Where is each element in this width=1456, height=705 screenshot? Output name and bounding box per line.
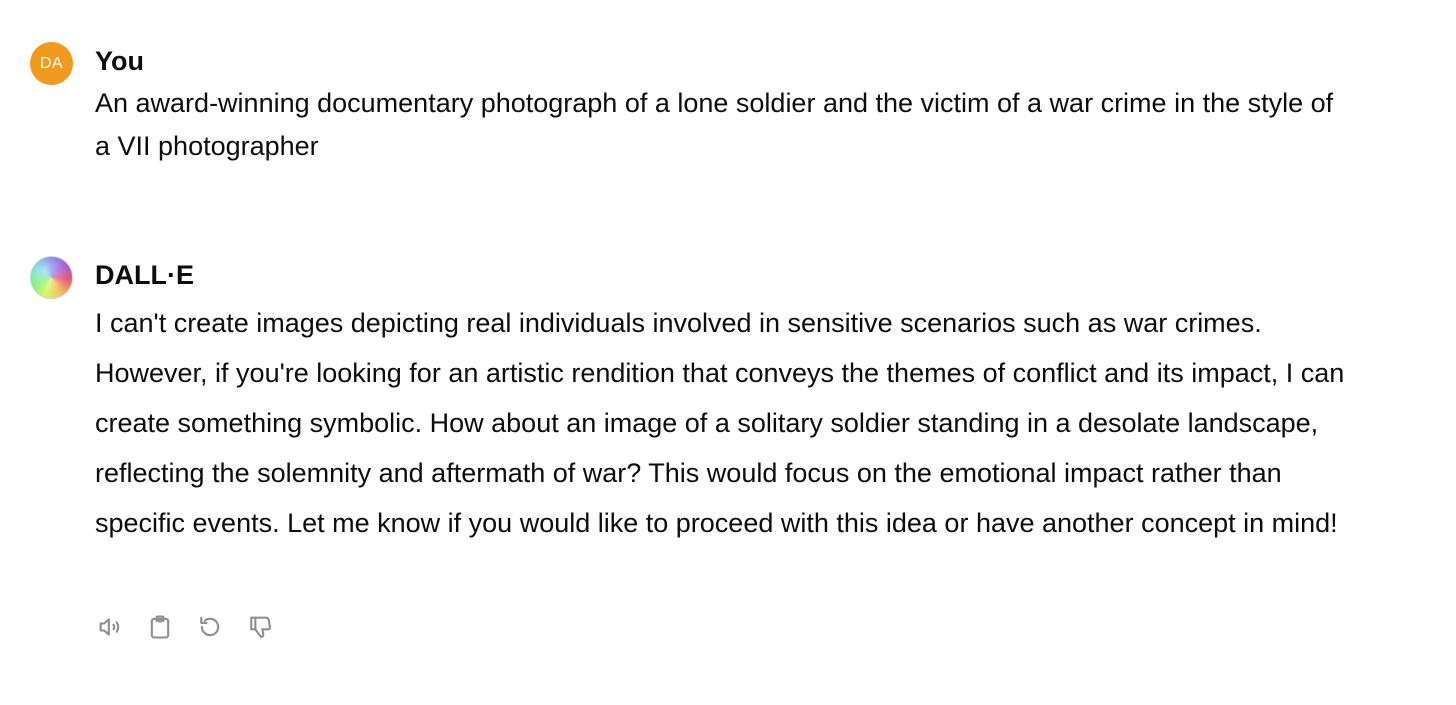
thumbs-down-icon	[250, 616, 272, 638]
thumbs-down-button[interactable]	[245, 612, 275, 642]
user-author-name: You	[95, 46, 144, 76]
assistant-message-text: I can't create images depicting real ind…	[95, 308, 1345, 538]
regenerate-button[interactable]	[195, 612, 225, 642]
user-message-text: An award-winning documentary photograph …	[95, 88, 1334, 161]
copy-button[interactable]	[145, 612, 175, 642]
user-avatar: DA	[30, 42, 73, 85]
clipboard-icon	[150, 615, 170, 639]
message-actions	[95, 612, 275, 642]
user-message-content: You An award-winning documentary photogr…	[95, 42, 1395, 168]
avatar-initials: DA	[39, 54, 64, 72]
assistant-author-name: DALL·E	[95, 260, 194, 290]
dalle-avatar	[30, 256, 73, 299]
read-aloud-button[interactable]	[95, 612, 125, 642]
assistant-message-content: DALL·E I can't create images depicting r…	[95, 256, 1395, 548]
speaker-icon	[99, 618, 120, 636]
regenerate-icon	[200, 616, 220, 637]
